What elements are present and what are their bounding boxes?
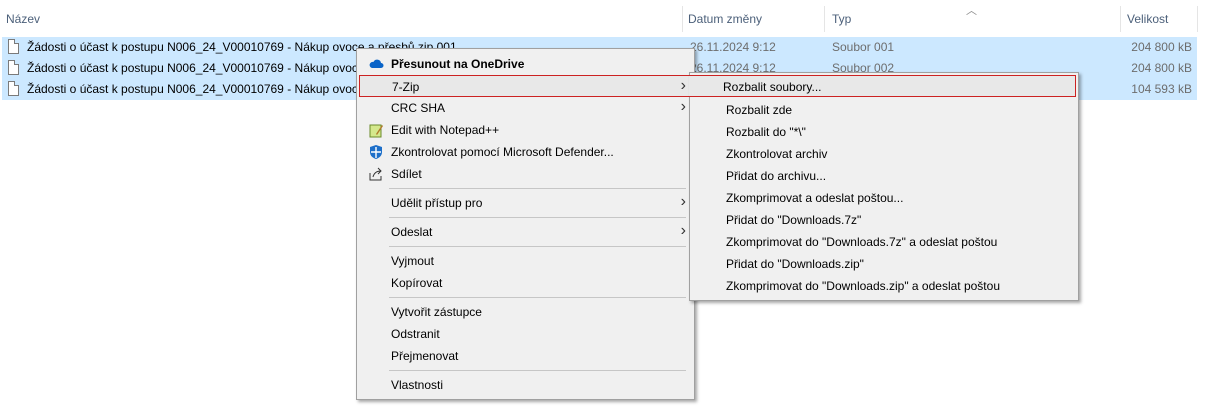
menu-item-7zip[interactable]: 7-Zip › [359, 75, 692, 97]
submenu-item-add-to-zip[interactable]: Přidat do "Downloads.zip" [692, 253, 1076, 275]
file-icon [8, 60, 19, 75]
7zip-submenu: Rozbalit soubory... Rozbalit zde Rozbali… [689, 72, 1079, 301]
menu-item-defender[interactable]: Zkontrolovat pomocí Microsoft Defender..… [359, 141, 692, 163]
file-name: Žádosti o účast k postupu N006_24_V00010… [27, 61, 375, 75]
sort-ascending-icon: ︿ [966, 5, 977, 17]
submenu-item-test-archive[interactable]: Zkontrolovat archiv [692, 143, 1076, 165]
chevron-right-icon: › [680, 77, 686, 94]
menu-item-share[interactable]: Sdílet [359, 163, 692, 185]
file-icon [8, 39, 19, 54]
submenu-item-extract-here[interactable]: Rozbalit zde [692, 99, 1076, 121]
submenu-item-extract-files[interactable]: Rozbalit soubory... [689, 75, 1076, 97]
menu-item-cut[interactable]: Vyjmout [359, 250, 692, 272]
chevron-right-icon: › [680, 98, 686, 115]
file-date: 26.11.2024 9:12 [690, 40, 776, 54]
submenu-item-compress-email[interactable]: Zkomprimovat a odeslat poštou... [692, 187, 1076, 209]
column-type[interactable]: Typ [832, 12, 851, 26]
menu-item-properties[interactable]: Vlastnosti [359, 374, 692, 396]
menu-separator [389, 188, 686, 189]
column-date[interactable]: Datum změny [688, 12, 762, 26]
context-menu: Přesunout na OneDrive 7-Zip › CRC SHA › … [356, 48, 695, 400]
file-size: 104 593 kB [1131, 82, 1192, 96]
column-divider[interactable] [1197, 6, 1198, 32]
menu-separator [389, 217, 686, 218]
column-size[interactable]: Velikost [1127, 12, 1168, 26]
menu-separator [389, 246, 686, 247]
file-icon [8, 81, 19, 96]
menu-separator [389, 370, 686, 371]
menu-separator [389, 297, 686, 298]
file-size: 204 800 kB [1131, 61, 1192, 75]
menu-item-grant-access[interactable]: Udělit přístup pro › [359, 192, 692, 214]
submenu-item-add-to-7z[interactable]: Přidat do "Downloads.7z" [692, 209, 1076, 231]
menu-item-rename[interactable]: Přejmenovat [359, 345, 692, 367]
column-name[interactable]: Název [6, 12, 40, 26]
column-divider[interactable] [824, 6, 825, 32]
chevron-right-icon: › [680, 193, 686, 210]
column-divider[interactable] [682, 6, 683, 32]
file-size: 204 800 kB [1131, 40, 1192, 54]
notepad-plus-plus-icon [368, 122, 384, 138]
file-name: Žádosti o účast k postupu N006_24_V00010… [27, 82, 375, 96]
menu-item-send-to[interactable]: Odeslat › [359, 221, 692, 243]
submenu-item-add-to-archive[interactable]: Přidat do archivu... [692, 165, 1076, 187]
menu-item-crc-sha[interactable]: CRC SHA › [359, 97, 692, 119]
file-type: Soubor 001 [832, 40, 895, 54]
submenu-item-compress-7z-email[interactable]: Zkomprimovat do "Downloads.7z" a odeslat… [692, 231, 1076, 253]
chevron-right-icon: › [680, 222, 686, 239]
menu-item-notepad[interactable]: Edit with Notepad++ [359, 119, 692, 141]
menu-item-onedrive[interactable]: Přesunout na OneDrive [359, 53, 692, 75]
submenu-item-compress-zip-email[interactable]: Zkomprimovat do "Downloads.zip" a odesla… [692, 275, 1076, 297]
column-divider[interactable] [1120, 6, 1121, 32]
defender-shield-icon [368, 144, 384, 160]
menu-item-create-shortcut[interactable]: Vytvořit zástupce [359, 301, 692, 323]
submenu-item-extract-to[interactable]: Rozbalit do "*\" [692, 121, 1076, 143]
onedrive-cloud-icon [368, 56, 384, 72]
menu-item-copy[interactable]: Kopírovat [359, 272, 692, 294]
menu-item-delete[interactable]: Odstranit [359, 323, 692, 345]
share-icon [368, 166, 384, 182]
column-header: Název Datum změny Typ ︿ Velikost [0, 0, 1208, 36]
